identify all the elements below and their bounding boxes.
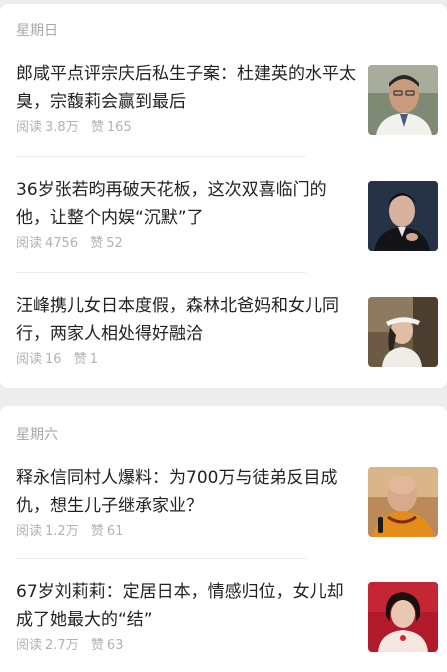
article-title[interactable]: 36岁张若昀再破天花板，这次双喜临门的他，让整个内娱“沉默”了 (16, 176, 356, 232)
like-count: 赞 165 (90, 120, 132, 135)
article-meta: 阅读 16 赞1 (16, 348, 106, 367)
like-count: 赞 61 (90, 524, 124, 539)
article-thumbnail[interactable] (368, 181, 438, 251)
young-man-portrait-icon (368, 181, 438, 251)
article-thumbnail[interactable] (368, 467, 438, 537)
group-date-header: 星期日 (16, 23, 58, 39)
divider (16, 156, 306, 157)
article-meta: 阅读 3.8万 赞 165 (16, 116, 140, 135)
monk-portrait-icon (368, 467, 438, 537)
article-item[interactable]: 释永信同村人爆料：为700万与徒弟反目成仇，想生儿子继承家业？ 阅读 1.2万 赞… (16, 464, 447, 544)
article-group-sunday: 星期日 郎咸平点评宗庆后私生子案：杜建英的水平太臭，宗馥莉会赢到最后 阅读 3.8… (0, 4, 447, 388)
article-item[interactable]: 36岁张若昀再破天花板，这次双喜临门的他，让整个内娱“沉默”了 阅读 4756 赞… (16, 176, 447, 256)
read-count: 阅读 1.2万 (16, 524, 79, 539)
article-thumbnail[interactable] (368, 582, 438, 652)
article-meta: 阅读 2.7万 赞 63 (16, 634, 131, 653)
article-title[interactable]: 释永信同村人爆料：为700万与徒弟反目成仇，想生儿子继承家业？ (16, 464, 356, 520)
article-meta: 阅读 4756 赞 52 (16, 232, 131, 251)
article-group-saturday: 星期六 释永信同村人爆料：为700万与徒弟反目成仇，想生儿子继承家业？ 阅读 1.… (0, 406, 447, 672)
article-item[interactable]: 67岁刘莉莉：定居日本，情感归位，女儿却成了她最大的“结” 阅读 2.7万 赞 63 (16, 578, 447, 658)
article-item[interactable]: 郎咸平点评宗庆后私生子案：杜建英的水平太臭，宗馥莉会赢到最后 阅读 3.8万 赞1… (16, 60, 447, 140)
read-count: 阅读 2.7万 (16, 638, 79, 653)
like-count: 赞 63 (90, 638, 124, 653)
read-count: 阅读 16 (16, 352, 62, 367)
article-meta: 阅读 1.2万 赞 61 (16, 520, 131, 539)
article-item[interactable]: 汪峰携儿女日本度假，森林北爸妈和女儿同行，两家人相处得好融洽 阅读 16 赞1 (16, 292, 447, 372)
group-date-header: 星期六 (16, 427, 58, 443)
read-count: 阅读 3.8万 (16, 120, 79, 135)
woman-red-portrait-icon (368, 582, 438, 652)
like-count: 赞1 (73, 352, 98, 367)
article-thumbnail[interactable] (368, 65, 438, 135)
older-man-portrait-icon (368, 65, 438, 135)
article-title[interactable]: 67岁刘莉莉：定居日本，情感归位，女儿却成了她最大的“结” (16, 578, 356, 634)
like-count: 赞 52 (90, 236, 123, 251)
article-title[interactable]: 郎咸平点评宗庆后私生子案：杜建英的水平太臭，宗馥莉会赢到最后 (16, 60, 356, 116)
divider (16, 558, 306, 559)
read-count: 阅读 4756 (16, 236, 79, 251)
divider (16, 272, 306, 273)
article-thumbnail[interactable] (368, 297, 438, 367)
article-title[interactable]: 汪峰携儿女日本度假，森林北爸妈和女儿同行，两家人相处得好融洽 (16, 292, 356, 348)
woman-visor-portrait-icon (368, 297, 438, 367)
